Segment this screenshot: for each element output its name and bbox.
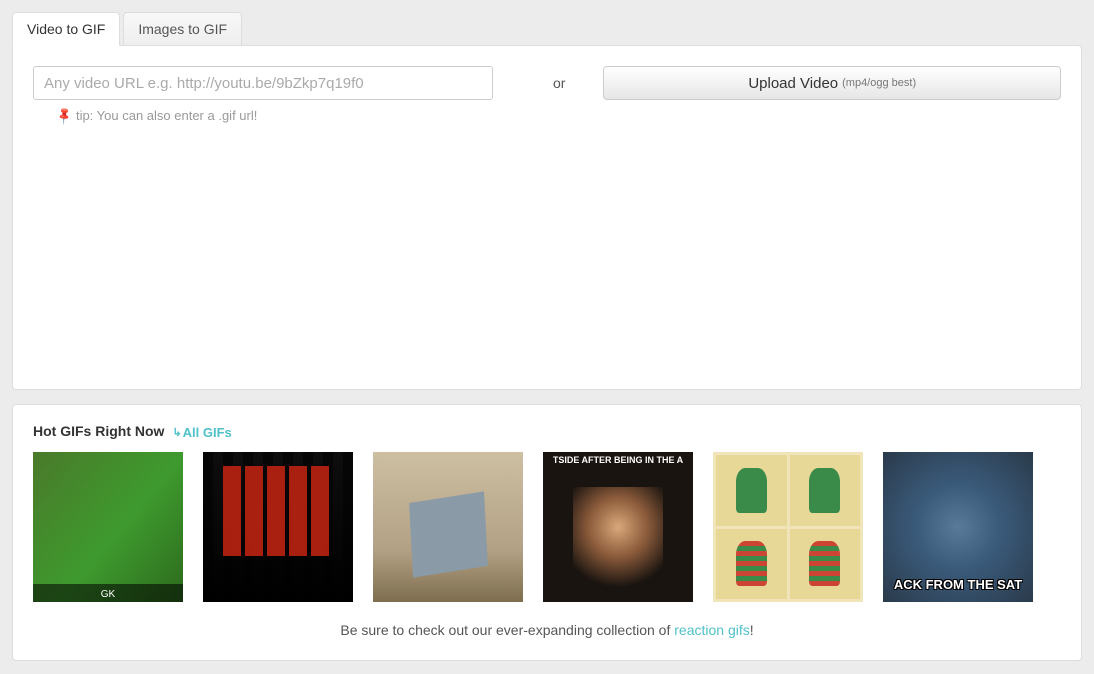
gif-grid bbox=[33, 452, 1061, 602]
converter-panel: or Upload Video (mp4/ogg best) 📌 tip: Yo… bbox=[12, 45, 1082, 390]
reaction-gifs-link[interactable]: reaction gifs bbox=[674, 622, 749, 638]
video-url-input[interactable] bbox=[33, 66, 493, 100]
input-row: or Upload Video (mp4/ogg best) bbox=[33, 66, 1061, 100]
footer-text: Be sure to check out our ever-expanding … bbox=[33, 622, 1061, 638]
gif-thumb[interactable] bbox=[203, 452, 353, 602]
tab-bar: Video to GIF Images to GIF bbox=[12, 12, 1082, 46]
gif-thumb[interactable] bbox=[543, 452, 693, 602]
gif-thumb[interactable] bbox=[373, 452, 523, 602]
hot-gifs-panel: Hot GIFs Right Now ↳All GIFs Be sure to … bbox=[12, 404, 1082, 661]
or-separator: or bbox=[493, 75, 603, 91]
all-gifs-label: All GIFs bbox=[183, 425, 232, 440]
gif-thumb[interactable] bbox=[713, 452, 863, 602]
upload-label: Upload Video bbox=[748, 75, 838, 92]
upload-video-button[interactable]: Upload Video (mp4/ogg best) bbox=[603, 66, 1061, 100]
tab-video-to-gif[interactable]: Video to GIF bbox=[12, 12, 120, 46]
converter-section: Video to GIF Images to GIF or Upload Vid… bbox=[12, 12, 1082, 390]
hot-gifs-header: Hot GIFs Right Now ↳All GIFs bbox=[33, 423, 1061, 440]
all-gifs-link[interactable]: ↳All GIFs bbox=[172, 425, 231, 440]
gif-thumb[interactable] bbox=[33, 452, 183, 602]
tab-images-to-gif[interactable]: Images to GIF bbox=[123, 12, 242, 46]
tip-row: 📌 tip: You can also enter a .gif url! bbox=[33, 108, 1061, 123]
hot-gifs-title: Hot GIFs Right Now bbox=[33, 423, 164, 439]
tip-text: tip: You can also enter a .gif url! bbox=[76, 108, 257, 123]
link-icon: ↳ bbox=[172, 426, 181, 439]
pin-icon: 📌 bbox=[54, 105, 74, 125]
footer-pre: Be sure to check out our ever-expanding … bbox=[340, 622, 674, 638]
gif-thumb[interactable] bbox=[883, 452, 1033, 602]
upload-hint: (mp4/ogg best) bbox=[842, 77, 916, 89]
footer-post: ! bbox=[750, 622, 754, 638]
